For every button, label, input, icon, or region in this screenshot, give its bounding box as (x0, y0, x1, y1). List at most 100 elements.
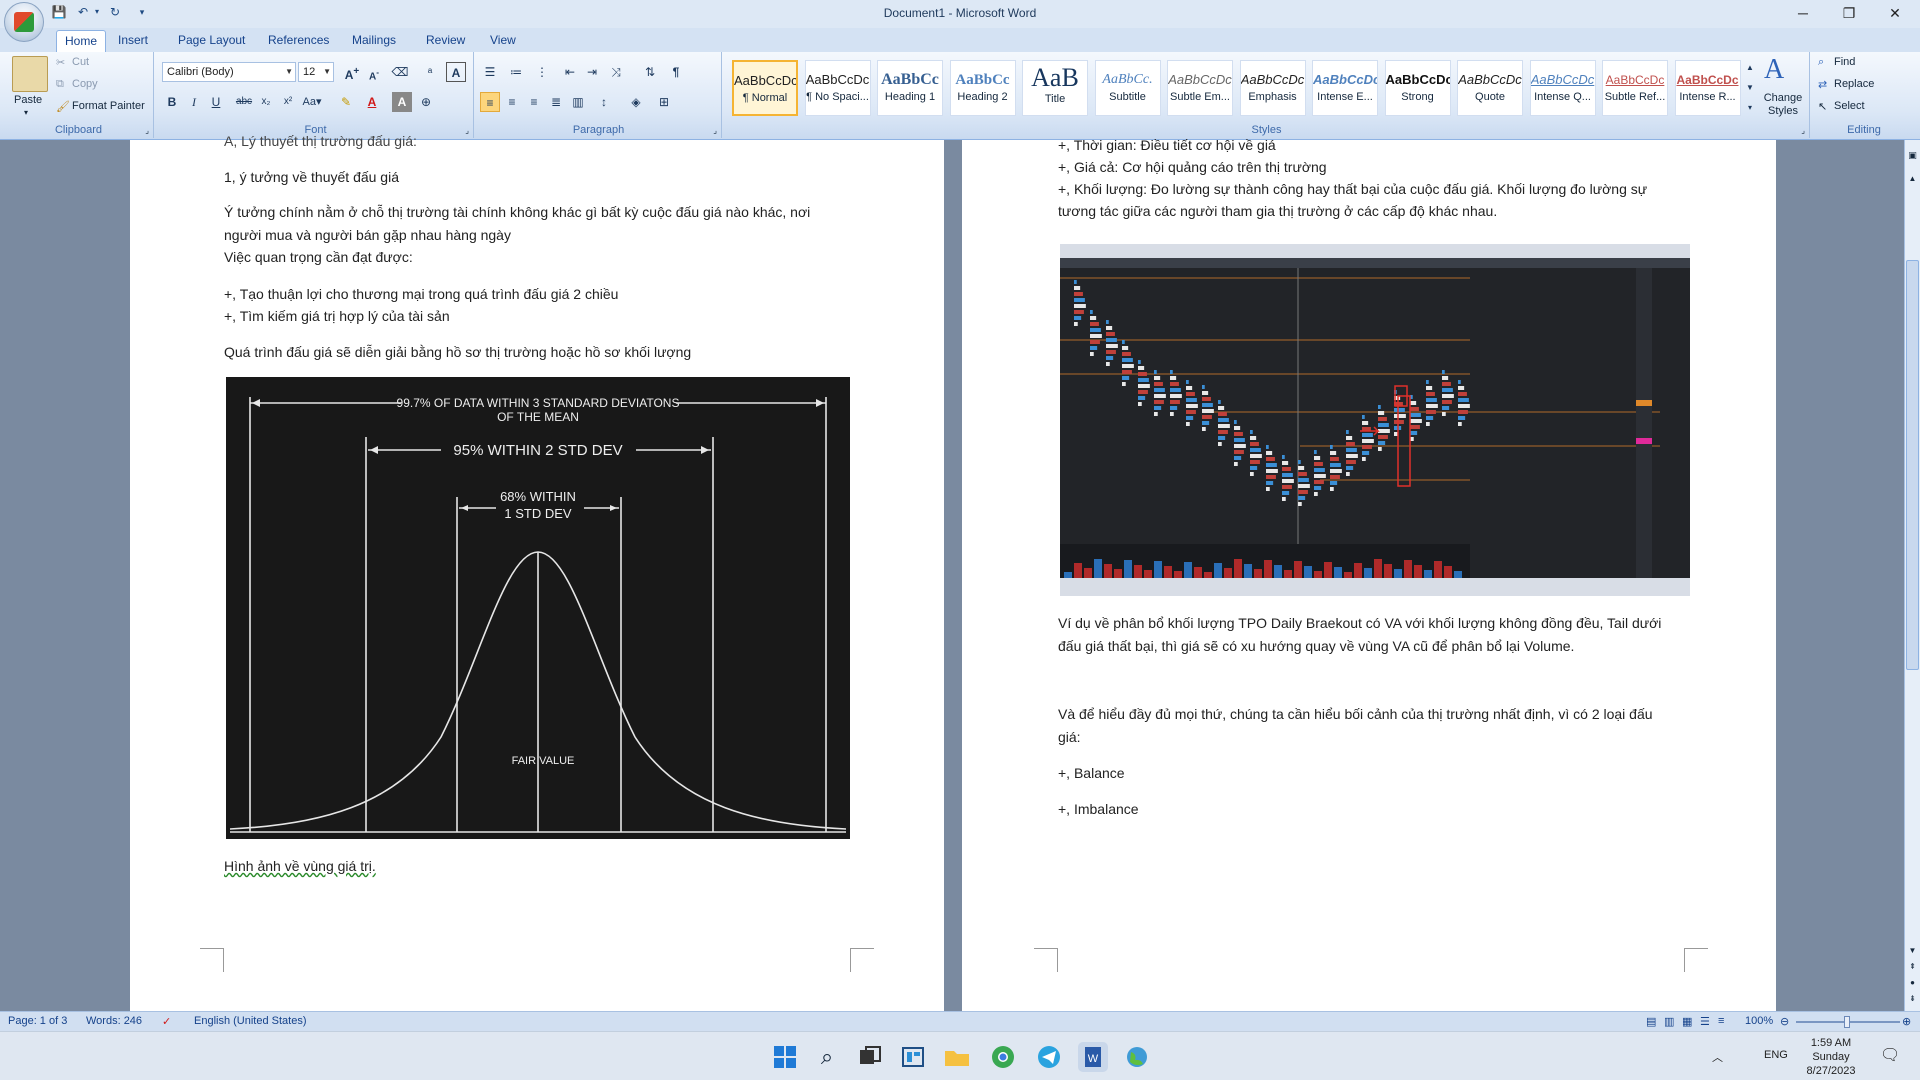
search-icon[interactable]: ⌕ (812, 1042, 842, 1072)
tab-references[interactable]: References (260, 30, 337, 52)
chrome-icon[interactable] (988, 1042, 1018, 1072)
next-page-icon[interactable]: ⇟ (1906, 994, 1919, 1008)
clipboard-launcher-icon[interactable]: ⌟ (145, 126, 149, 135)
previous-page-icon[interactable]: ⇞ (1906, 962, 1919, 976)
file-explorer-icon[interactable] (942, 1042, 972, 1072)
find-icon[interactable]: ⌕ (1818, 56, 1824, 69)
vertical-scrollbar[interactable]: ▣ ▲ ▼ ⇞ ● ⇟ (1904, 140, 1920, 1011)
strikethrough-icon[interactable]: abc (234, 92, 254, 112)
superscript-icon[interactable]: x² (278, 92, 298, 112)
align-right-icon[interactable]: ≡ (524, 92, 544, 112)
format-painter-icon[interactable]: 🖌 (56, 100, 70, 113)
globe-app-icon[interactable] (1122, 1042, 1152, 1072)
style-5[interactable]: AaBbCc. Subtitle (1094, 60, 1161, 116)
paste-dropdown-icon[interactable]: ▾ (24, 108, 28, 117)
character-shading-icon[interactable]: A (392, 92, 412, 112)
format-painter-button[interactable]: Format Painter (72, 100, 145, 112)
tab-view[interactable]: View (482, 30, 524, 52)
style-0[interactable]: AaBbCcDc ¶ Normal (732, 60, 798, 116)
styles-scroll-down-icon[interactable]: ▼ (1740, 78, 1760, 98)
text-direction-icon[interactable]: ⤨ (606, 62, 626, 82)
select-button[interactable]: Select (1834, 100, 1865, 112)
redo-icon[interactable]: ↻ (106, 3, 124, 21)
style-1[interactable]: AaBbCcDc ¶ No Spaci... (804, 60, 871, 116)
find-button[interactable]: Find (1834, 56, 1855, 68)
enclose-characters-icon[interactable]: ⊕ (416, 92, 436, 112)
justify-icon[interactable]: ≣ (546, 92, 566, 112)
close-button[interactable]: ✕ (1872, 0, 1918, 26)
style-12[interactable]: AaBbCcDc Subtle Ref... (1602, 60, 1668, 116)
clock[interactable]: 1:59 AM Sunday 8/27/2023 (1792, 1036, 1870, 1078)
replace-icon[interactable]: ⇄ (1818, 78, 1827, 91)
start-icon[interactable] (770, 1042, 800, 1072)
chevron-down-icon[interactable]: ▼ (323, 63, 331, 81)
multilevel-list-icon[interactable]: ⋮ (532, 62, 552, 82)
copy-icon[interactable]: ⧉ (56, 78, 64, 91)
italic-icon[interactable]: I (184, 92, 204, 112)
page-1[interactable]: A, Lý thuyết thị trường đấu giá: 1, ý tư… (130, 133, 944, 1011)
chevron-down-icon[interactable]: ▼ (285, 63, 293, 81)
clear-format-icon[interactable]: ⌫ (390, 62, 410, 82)
select-icon[interactable]: ↖ (1818, 100, 1827, 113)
ruler-toggle-icon[interactable]: ▣ (1906, 150, 1919, 164)
sort-icon[interactable]: ⇅ (640, 62, 660, 82)
underline-icon[interactable]: U (206, 92, 226, 112)
style-10[interactable]: AaBbCcDc Quote (1457, 60, 1523, 116)
scroll-thumb[interactable] (1906, 260, 1919, 670)
paragraph-launcher-icon[interactable]: ⌟ (713, 126, 717, 135)
document-workspace[interactable]: A, Lý thuyết thị trường đấu giá: 1, ý tư… (0, 133, 1920, 1011)
style-7[interactable]: AaBbCcDc Emphasis (1239, 60, 1306, 116)
font-launcher-icon[interactable]: ⌟ (465, 126, 469, 135)
scroll-down-icon[interactable]: ▼ (1906, 946, 1919, 960)
tab-review[interactable]: Review (418, 30, 473, 52)
web-layout-icon[interactable]: ▦ (1682, 1015, 1692, 1028)
numbering-icon[interactable]: ≔ (506, 62, 526, 82)
word-count[interactable]: Words: 246 (86, 1015, 142, 1027)
select-browse-object-icon[interactable]: ● (1906, 978, 1919, 992)
office-button[interactable] (4, 2, 44, 42)
cut-button[interactable]: Cut (72, 56, 89, 68)
font-color-icon[interactable]: A (362, 92, 382, 112)
line-spacing-icon[interactable]: ↕ (594, 92, 614, 112)
change-styles-icon[interactable]: A (1764, 54, 1784, 86)
page-2[interactable]: +, Thời gian: Điều tiết cơ hội về giá +,… (962, 137, 1776, 1011)
phonetic-guide-icon[interactable]: ᵃ (420, 62, 440, 82)
align-left-icon[interactable]: ≡ (480, 92, 500, 112)
decrease-indent-icon[interactable]: ⇤ (560, 62, 580, 82)
shading-icon[interactable]: ◈ (626, 92, 646, 112)
tab-home[interactable]: Home (56, 30, 107, 52)
bullets-icon[interactable]: ☰ (480, 62, 500, 82)
character-border-icon[interactable]: A (446, 62, 466, 82)
style-4[interactable]: AaB Title (1022, 60, 1088, 116)
font-name-combo[interactable]: Calibri (Body) ▼ (162, 62, 296, 82)
distributed-icon[interactable]: ▥ (568, 92, 588, 112)
undo-icon[interactable]: ↶ (74, 3, 92, 21)
borders-icon[interactable]: ⊞ (654, 92, 674, 112)
style-8[interactable]: AaBbCcDc Intense E... (1312, 60, 1378, 116)
shrink-font-icon[interactable]: A- (364, 62, 384, 82)
proofing-icon[interactable]: ✓ (162, 1015, 171, 1028)
tab-mailings[interactable]: Mailings (344, 30, 404, 52)
scroll-up-icon[interactable]: ▲ (1906, 174, 1919, 188)
undo-dropdown-icon[interactable]: ▾ (92, 3, 102, 21)
notification-icon[interactable]: 🗨 (1880, 1045, 1900, 1065)
style-6[interactable]: AaBbCcDc Subtle Em... (1167, 60, 1233, 116)
draft-icon[interactable]: ≡ (1718, 1015, 1724, 1027)
increase-indent-icon[interactable]: ⇥ (582, 62, 602, 82)
telegram-icon[interactable] (1034, 1042, 1064, 1072)
subscript-icon[interactable]: x₂ (256, 92, 276, 112)
page-count[interactable]: Page: 1 of 3 (8, 1015, 67, 1027)
copy-button[interactable]: Copy (72, 78, 98, 90)
style-13[interactable]: AaBbCcDc Intense R... (1674, 60, 1741, 116)
zoom-in-icon[interactable]: ⊕ (1902, 1015, 1911, 1028)
style-11[interactable]: AaBbCcDc Intense Q... (1529, 60, 1596, 116)
zoom-level[interactable]: 100% (1745, 1015, 1773, 1027)
language-indicator[interactable]: English (United States) (194, 1015, 307, 1027)
grow-font-icon[interactable]: A+ (342, 62, 362, 82)
restore-button[interactable]: ❐ (1826, 0, 1872, 26)
print-layout-icon[interactable]: ▤ (1646, 1015, 1656, 1028)
cut-icon[interactable]: ✂ (56, 56, 65, 69)
styles-scroll-up-icon[interactable]: ▲ (1740, 58, 1760, 78)
full-screen-reading-icon[interactable]: ▥ (1664, 1015, 1674, 1028)
tray-overflow-icon[interactable]: ︿ (1712, 1049, 1723, 1065)
